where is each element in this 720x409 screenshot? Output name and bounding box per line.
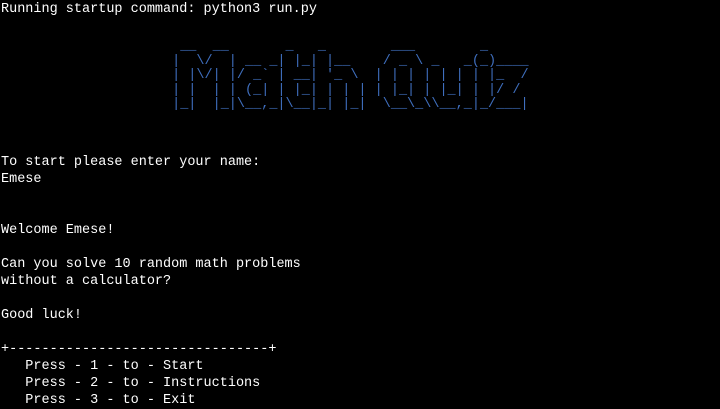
question-line-1: Can you solve 10 random math problems (1, 257, 301, 272)
math-quiz-ascii-banner: __ __ _ _ ___ _ | \/ | __ _| |_| |__ / _… (172, 39, 529, 112)
name-prompt: To start please enter your name: (1, 155, 261, 170)
startup-command-line: Running startup command: python3 run.py (1, 2, 317, 17)
welcome-message: Welcome Emese! (1, 223, 115, 238)
menu-item-instructions: Press - 2 - to - Instructions (1, 376, 261, 391)
good-luck-message: Good luck! (1, 308, 83, 323)
user-name-input[interactable]: Emese (1, 171, 42, 188)
question-line-2: without a calculator? (1, 274, 172, 289)
menu-item-start: Press - 1 - to - Start (1, 359, 204, 374)
terminal-output[interactable]: Running startup command: python3 run.py … (0, 0, 720, 408)
menu-item-exit: Press - 3 - to - Exit (1, 393, 196, 408)
menu-border: +--------------------------------+ (1, 342, 277, 357)
